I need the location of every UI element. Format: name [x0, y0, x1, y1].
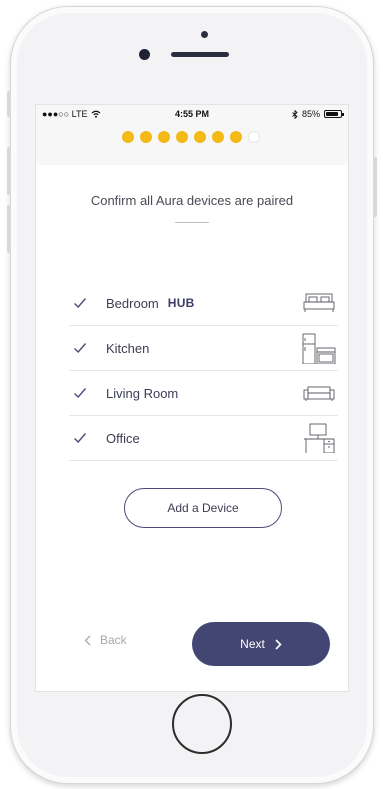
back-label: Back — [100, 633, 127, 647]
device-name: Office — [106, 430, 140, 446]
volume-down-button — [7, 205, 11, 253]
step-progress — [122, 131, 260, 143]
progress-dot — [158, 131, 170, 143]
volume-up-button — [7, 147, 11, 195]
add-device-button[interactable]: Add a Device — [124, 488, 282, 528]
checkmark-icon — [74, 343, 87, 354]
title-divider — [175, 222, 209, 223]
device-name: Kitchen — [106, 340, 150, 356]
device-name: Living Room — [106, 385, 179, 401]
power-button — [373, 157, 377, 217]
device-row-office[interactable]: Office — [69, 416, 338, 461]
bed-icon — [303, 293, 335, 312]
chevron-right-icon — [275, 638, 282, 650]
chevron-left-icon — [84, 635, 91, 645]
next-button[interactable]: Next — [192, 622, 330, 666]
device-name: Bedroom — [106, 295, 159, 311]
page-title: Confirm all Aura devices are paired — [90, 193, 294, 208]
hub-badge: HUB — [167, 296, 195, 310]
device-list: Bedroom HUB Kitchen Living Room Office — [69, 281, 338, 461]
desk-icon — [304, 423, 335, 453]
device-row-kitchen[interactable]: Kitchen — [69, 326, 338, 371]
next-label: Next — [240, 637, 265, 651]
app-screen: ●●●○○ LTE 4:55 PM 85% Confirm all Aura d… — [35, 104, 349, 692]
status-right: 85% — [292, 109, 344, 119]
kitchen-appliances-icon — [302, 333, 336, 364]
progress-dot — [248, 131, 260, 143]
battery-icon — [324, 110, 344, 118]
proximity-sensor — [201, 31, 208, 38]
progress-dot — [230, 131, 242, 143]
progress-dot — [212, 131, 224, 143]
checkmark-icon — [74, 298, 87, 309]
home-button[interactable] — [172, 694, 232, 754]
sofa-icon — [303, 386, 335, 401]
checkmark-icon — [74, 433, 87, 444]
back-button[interactable]: Back — [84, 633, 127, 647]
mute-switch — [7, 91, 11, 117]
progress-dot — [176, 131, 188, 143]
earpiece-speaker — [171, 52, 229, 57]
device-row-living-room[interactable]: Living Room — [69, 371, 338, 416]
progress-dot — [122, 131, 134, 143]
bluetooth-icon — [292, 109, 298, 119]
status-bar: ●●●○○ LTE 4:55 PM 85% — [36, 105, 348, 123]
battery-percent: 85% — [301, 109, 320, 119]
front-camera — [139, 49, 150, 60]
progress-dot — [140, 131, 152, 143]
checkmark-icon — [74, 388, 87, 399]
progress-dot — [194, 131, 206, 143]
device-row-bedroom[interactable]: Bedroom HUB — [69, 281, 338, 326]
